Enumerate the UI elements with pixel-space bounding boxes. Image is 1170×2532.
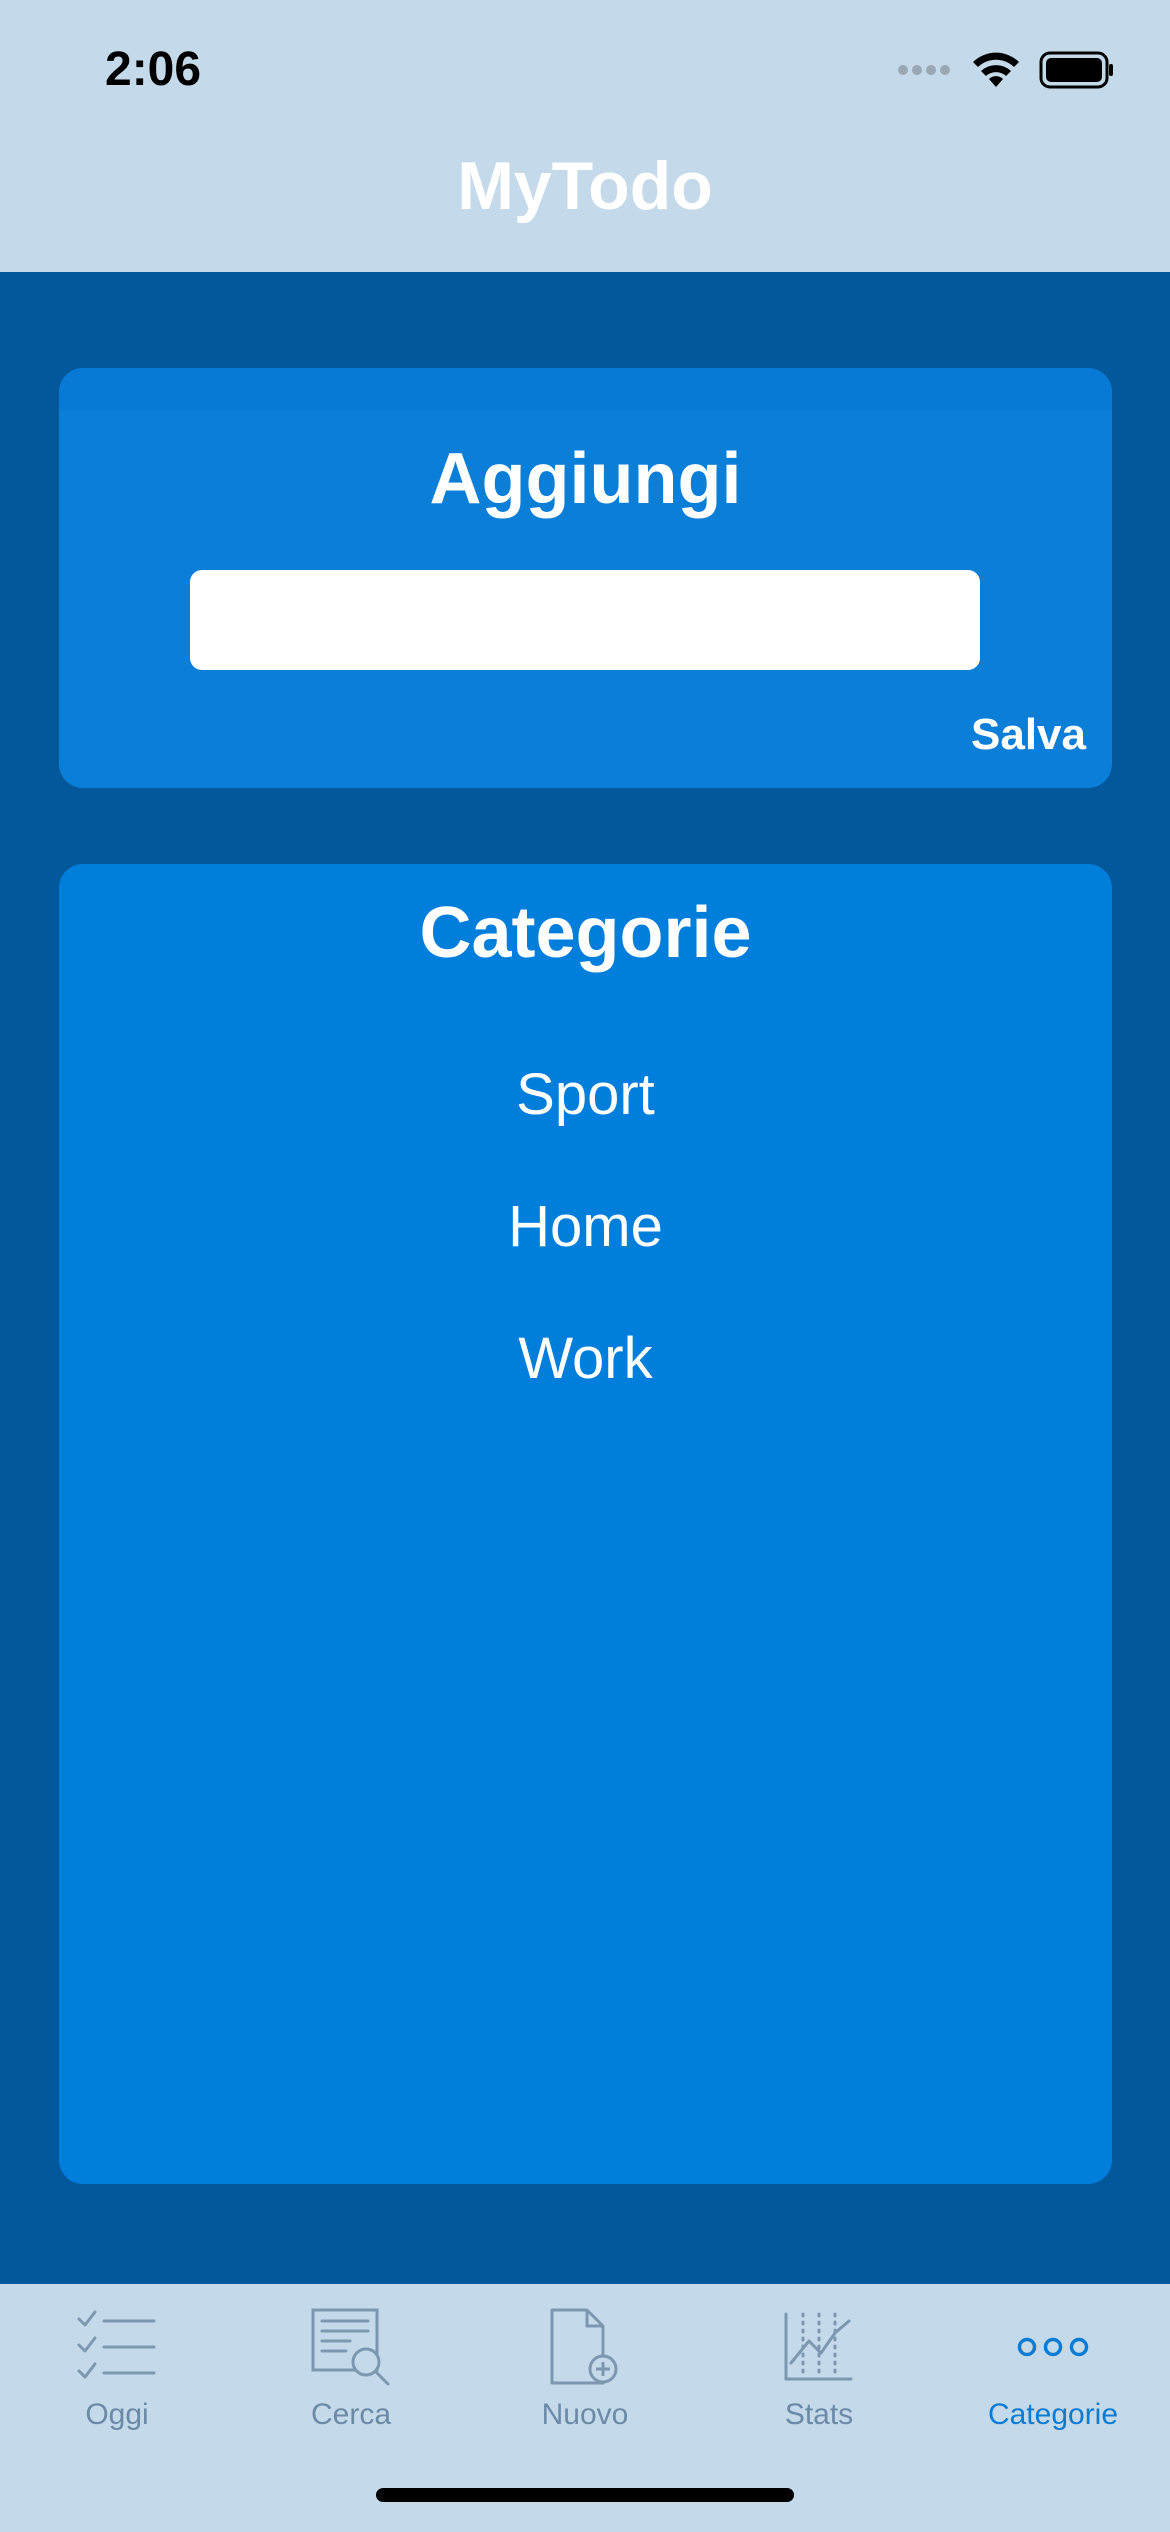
wifi-icon [971,51,1021,94]
tab-oggi[interactable]: Oggi [0,2302,234,2472]
home-indicator[interactable] [376,2488,794,2502]
tab-cerca[interactable]: Cerca [234,2302,468,2472]
status-time: 2:06 [105,43,202,96]
tab-nuovo[interactable]: Nuovo [468,2302,702,2472]
tab-label: Oggi [85,2398,149,2431]
navigation-bar: MyTodo [0,148,1170,272]
new-document-icon [549,2302,621,2392]
document-search-icon [310,2302,392,2392]
category-list: Sport Home Work [59,1029,1112,1425]
tab-label: Cerca [310,2398,392,2431]
tab-label: Stats [784,2398,854,2431]
save-button[interactable]: Salva [971,710,1086,760]
more-icon [1017,2302,1089,2392]
card-top-strip [59,368,1112,410]
category-item-work[interactable]: Work [59,1293,1112,1425]
add-card-title: Aggiungi [429,439,742,519]
tab-stats[interactable]: Stats [702,2302,936,2472]
chart-icon [783,2302,855,2392]
cellular-signal-icon [897,63,953,82]
tab-label: Categorie [987,2398,1119,2431]
category-item-home[interactable]: Home [59,1161,1112,1293]
category-item-sport[interactable]: Sport [59,1029,1112,1161]
categories-card: Categorie Sport Home Work [59,864,1112,2184]
app-title: MyTodo [457,148,713,224]
main-content: Aggiungi Salva Categorie Sport Home Work [0,272,1170,2284]
add-category-card: Aggiungi Salva [59,368,1112,788]
categories-card-title: Categorie [419,893,752,973]
tab-label: Nuovo [541,2398,629,2431]
tab-categorie[interactable]: Categorie [936,2302,1170,2472]
checklist-icon [76,2302,158,2392]
status-bar: 2:06 [0,0,1170,150]
battery-icon [1039,51,1115,94]
category-name-input[interactable] [190,570,980,670]
status-icons [897,51,1115,94]
